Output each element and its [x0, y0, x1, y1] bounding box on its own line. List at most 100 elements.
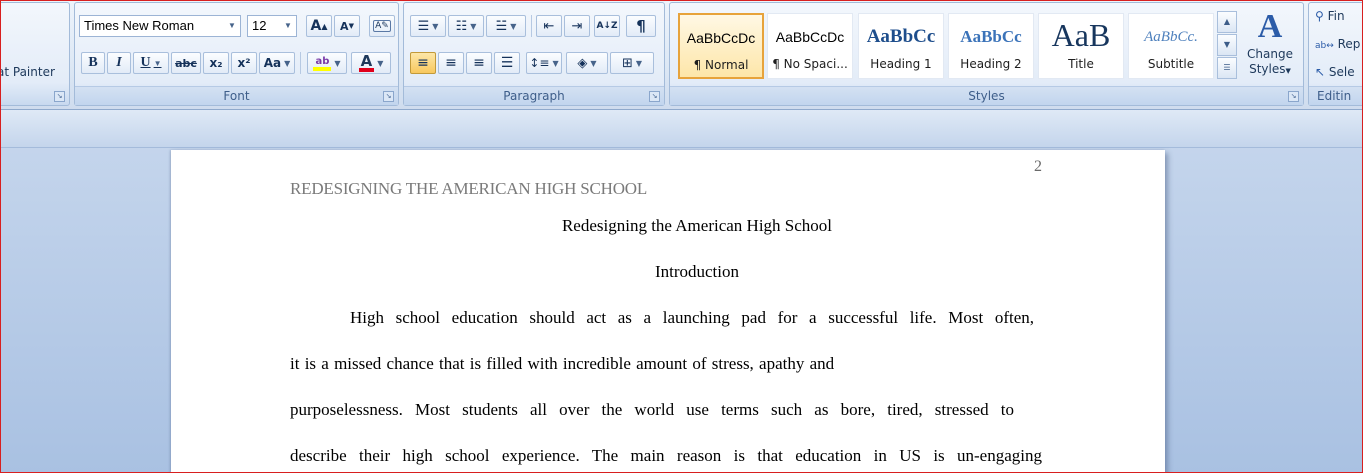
separator	[531, 15, 532, 37]
font-size-value: 12	[252, 18, 267, 33]
strikethrough-icon: abc	[175, 56, 197, 70]
styles-dialog-launcher[interactable]: ↘	[1288, 91, 1299, 102]
page-number: 2	[1034, 158, 1042, 175]
style-no-spacing[interactable]: AaBbCcDc ¶ No Spaci...	[767, 13, 853, 79]
justify-button[interactable]: ☰	[494, 52, 520, 74]
grow-font-button[interactable]: A ▲	[306, 15, 332, 37]
subscript-button[interactable]: x₂	[203, 52, 229, 74]
style-label: ¶ Normal	[693, 58, 749, 72]
gallery-more-button[interactable]: ☰	[1217, 57, 1237, 79]
style-heading-1[interactable]: AaBbCc Heading 1	[858, 13, 944, 79]
body-line: it is a missed chance that is filled wit…	[290, 354, 835, 373]
document-page[interactable]: 2 REDESIGNING THE AMERICAN HIGH SCHOOL R…	[171, 150, 1165, 473]
change-styles-button[interactable]: A Change Styles▼	[1242, 7, 1298, 85]
style-normal[interactable]: AaBbCcDc ¶ Normal	[678, 13, 764, 79]
style-label: Heading 2	[960, 57, 1022, 71]
change-styles-icon: A	[1257, 8, 1283, 45]
highlight-button[interactable]: ab ▼	[307, 52, 347, 74]
change-case-icon: Aa	[263, 56, 282, 70]
strikethrough-button[interactable]: abc	[171, 52, 201, 74]
align-center-button[interactable]: ≡	[438, 52, 464, 74]
running-header: REDESIGNING THE AMERICAN HIGH SCHOOL	[290, 179, 648, 198]
style-title[interactable]: AaB Title	[1038, 13, 1124, 79]
bold-button[interactable]: B	[81, 52, 105, 74]
editing-group-label: Editin	[1309, 86, 1363, 105]
editing-group: ⚲ Fin ab↔ Rep ↖ Sele Editin	[1308, 2, 1363, 106]
change-styles-label-1: Change	[1247, 47, 1293, 61]
grow-font-icon: A	[310, 18, 322, 34]
line-spacing-icon: ↕≡	[529, 56, 550, 70]
clear-formatting-button[interactable]: A✎	[369, 15, 395, 37]
styles-group: AaBbCcDc ¶ Normal AaBbCcDc ¶ No Spaci...…	[669, 2, 1304, 106]
style-preview: AaBbCcDc	[686, 30, 756, 46]
paragraph-dialog-launcher[interactable]: ↘	[649, 91, 660, 102]
italic-button[interactable]: I	[107, 52, 131, 74]
font-dialog-launcher[interactable]: ↘	[383, 91, 394, 102]
underline-button[interactable]: U ▼	[133, 52, 169, 74]
style-heading-2[interactable]: AaBbCc Heading 2	[948, 13, 1034, 79]
style-label: Subtitle	[1147, 57, 1195, 71]
align-right-icon: ≡	[473, 55, 485, 71]
align-center-icon: ≡	[445, 55, 457, 71]
show-formatting-button[interactable]: ¶	[626, 15, 656, 37]
style-preview: AaBbCc.	[1144, 29, 1198, 45]
increase-indent-button[interactable]: ⇥	[564, 15, 590, 37]
font-color-button[interactable]: A ▼	[351, 52, 391, 74]
gallery-scroll-down[interactable]: ▼	[1217, 34, 1237, 56]
style-label: Title	[1068, 57, 1094, 71]
pilcrow-icon: ¶	[636, 17, 646, 35]
document-title: Redesigning the American High School	[561, 216, 833, 235]
borders-icon: ⊞	[621, 55, 633, 71]
shrink-font-button[interactable]: A ▼	[334, 15, 360, 37]
clear-formatting-icon: A✎	[373, 20, 391, 32]
replace-button[interactable]: ab↔ Rep	[1315, 37, 1360, 51]
sort-icon: A↓Z	[596, 21, 618, 31]
chevron-down-icon[interactable]: ▼	[224, 16, 240, 36]
align-left-button[interactable]: ≡	[410, 52, 436, 74]
paragraph-group: ☰ ▼ ☷ ▼ ☱ ▼ ⇤ ⇥ A↓Z ¶ ≡ ≡ ≡ ☰ ↕≡ ▼ ◈ ▼ ⊞…	[403, 2, 665, 106]
align-left-icon: ≡	[417, 55, 429, 71]
font-color-icon: A	[358, 52, 375, 72]
numbering-button[interactable]: ☷ ▼	[448, 15, 484, 37]
decrease-indent-icon: ⇤	[543, 18, 555, 34]
change-case-button[interactable]: Aa ▼	[259, 52, 295, 74]
decrease-indent-button[interactable]: ⇤	[536, 15, 562, 37]
multilevel-list-button[interactable]: ☱ ▼	[486, 15, 526, 37]
underline-icon: U	[140, 55, 151, 70]
style-preview: AaBbCc	[866, 26, 936, 47]
font-size-combo[interactable]: 12 ▼	[247, 15, 297, 37]
clipboard-dialog-launcher[interactable]: ↘	[54, 91, 65, 102]
select-label: Sele	[1328, 65, 1355, 79]
shading-button[interactable]: ◈ ▼	[566, 52, 608, 74]
change-styles-label-2: Styles	[1249, 62, 1286, 76]
style-label: Heading 1	[870, 57, 932, 71]
line-spacing-button[interactable]: ↕≡ ▼	[526, 52, 562, 74]
format-painter-button[interactable]: at Painter	[0, 65, 55, 79]
replace-label: Rep	[1337, 37, 1361, 51]
highlighter-icon: ab	[313, 56, 332, 71]
gallery-scroll-up[interactable]: ▲	[1217, 11, 1237, 33]
body-line: describe their high school experience. T…	[290, 446, 1042, 465]
find-button[interactable]: ⚲ Fin	[1315, 9, 1345, 23]
shrink-font-icon: A	[340, 19, 349, 33]
sort-button[interactable]: A↓Z	[594, 15, 620, 37]
bullets-button[interactable]: ☰ ▼	[410, 15, 446, 37]
font-group-label: Font	[75, 86, 398, 105]
select-button[interactable]: ↖ Sele	[1315, 65, 1355, 79]
binoculars-icon: ⚲	[1315, 9, 1324, 23]
document-workspace: 2 REDESIGNING THE AMERICAN HIGH SCHOOL R…	[0, 110, 1363, 473]
change-styles-label-2-wrap: Styles▼	[1249, 62, 1291, 76]
font-name-combo[interactable]: Times New Roman ▼	[79, 15, 241, 37]
multilevel-list-icon: ☱	[495, 18, 508, 34]
justify-icon: ☰	[500, 55, 514, 71]
cursor-arrow-icon: ↖	[1315, 65, 1326, 79]
ruler-band	[0, 110, 1363, 148]
paint-bucket-icon: ◈	[577, 55, 588, 71]
borders-button[interactable]: ⊞ ▼	[610, 52, 654, 74]
find-label: Fin	[1327, 9, 1345, 23]
align-right-button[interactable]: ≡	[466, 52, 492, 74]
superscript-button[interactable]: x²	[231, 52, 257, 74]
style-subtitle[interactable]: AaBbCc. Subtitle	[1128, 13, 1214, 79]
style-label: ¶ No Spaci...	[772, 57, 848, 71]
chevron-down-icon[interactable]: ▼	[280, 16, 296, 36]
